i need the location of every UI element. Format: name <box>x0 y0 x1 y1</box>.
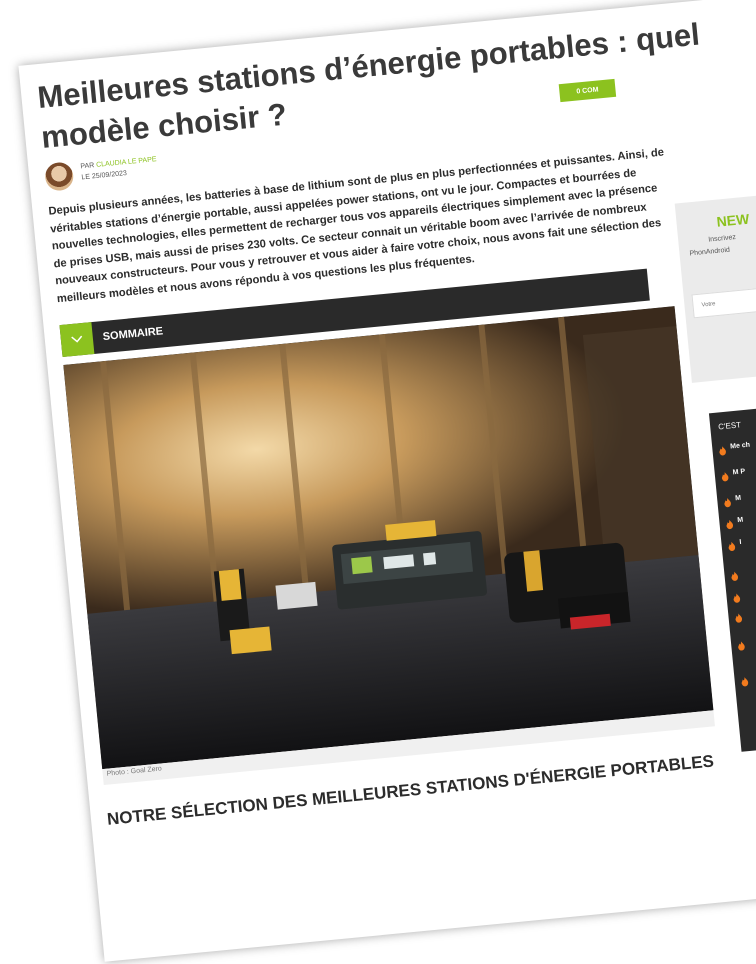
flame-icon <box>724 497 731 508</box>
tilted-screenshot: Meilleures stations d’énergie portables … <box>0 0 756 962</box>
trending-box: C'EST Me ch M P M M I <box>708 398 756 752</box>
trending-item[interactable]: M P <box>720 457 756 486</box>
trending-item[interactable]: Me ch <box>718 431 756 460</box>
flame-icon <box>733 593 741 603</box>
flame-icon <box>731 571 739 581</box>
trending-item[interactable] <box>740 662 756 691</box>
article-hero-photo <box>63 306 714 770</box>
trending-item[interactable] <box>737 626 756 655</box>
trending-item-label: M <box>737 516 744 525</box>
newsletter-text-brand: PhonAndroid <box>689 246 731 258</box>
flame-icon <box>719 446 726 456</box>
flame-icon <box>738 641 745 651</box>
trending-title: C'EST <box>717 420 742 432</box>
author-prefix: PAR <box>80 162 95 171</box>
newsletter-text: Inscrivez <box>707 233 737 244</box>
trending-item-label: M <box>734 494 742 503</box>
newsletter-email-input[interactable] <box>691 281 756 319</box>
article-title: Meilleures stations d’énergie portables … <box>35 16 702 155</box>
author-avatar[interactable] <box>43 161 75 192</box>
author-name-link[interactable]: CLAUDIA LE PAPE <box>96 156 157 169</box>
publish-date: LE 25/09/2023 <box>81 170 128 182</box>
article-page: Meilleures stations d’énergie portables … <box>18 0 756 962</box>
chevron-down-icon <box>59 322 95 358</box>
author-byline: PAR CLAUDIA LE PAPE <box>80 156 157 170</box>
sommaire-label: SOMMAIRE <box>102 325 164 344</box>
flame-icon <box>726 519 734 530</box>
newsletter-box: NEW Inscrivez PhonAndroid <box>674 188 756 383</box>
flame-icon <box>721 472 729 482</box>
flame-icon <box>728 541 736 551</box>
trending-item-label: I <box>739 538 742 546</box>
newsletter-title: NEW <box>715 210 750 230</box>
flame-icon <box>735 613 743 623</box>
trending-item[interactable]: M <box>723 483 756 512</box>
trending-item-label: Me ch <box>729 441 751 451</box>
trending-item-label: M P <box>732 468 746 477</box>
trending-item[interactable] <box>730 557 756 586</box>
flame-icon <box>741 677 749 687</box>
